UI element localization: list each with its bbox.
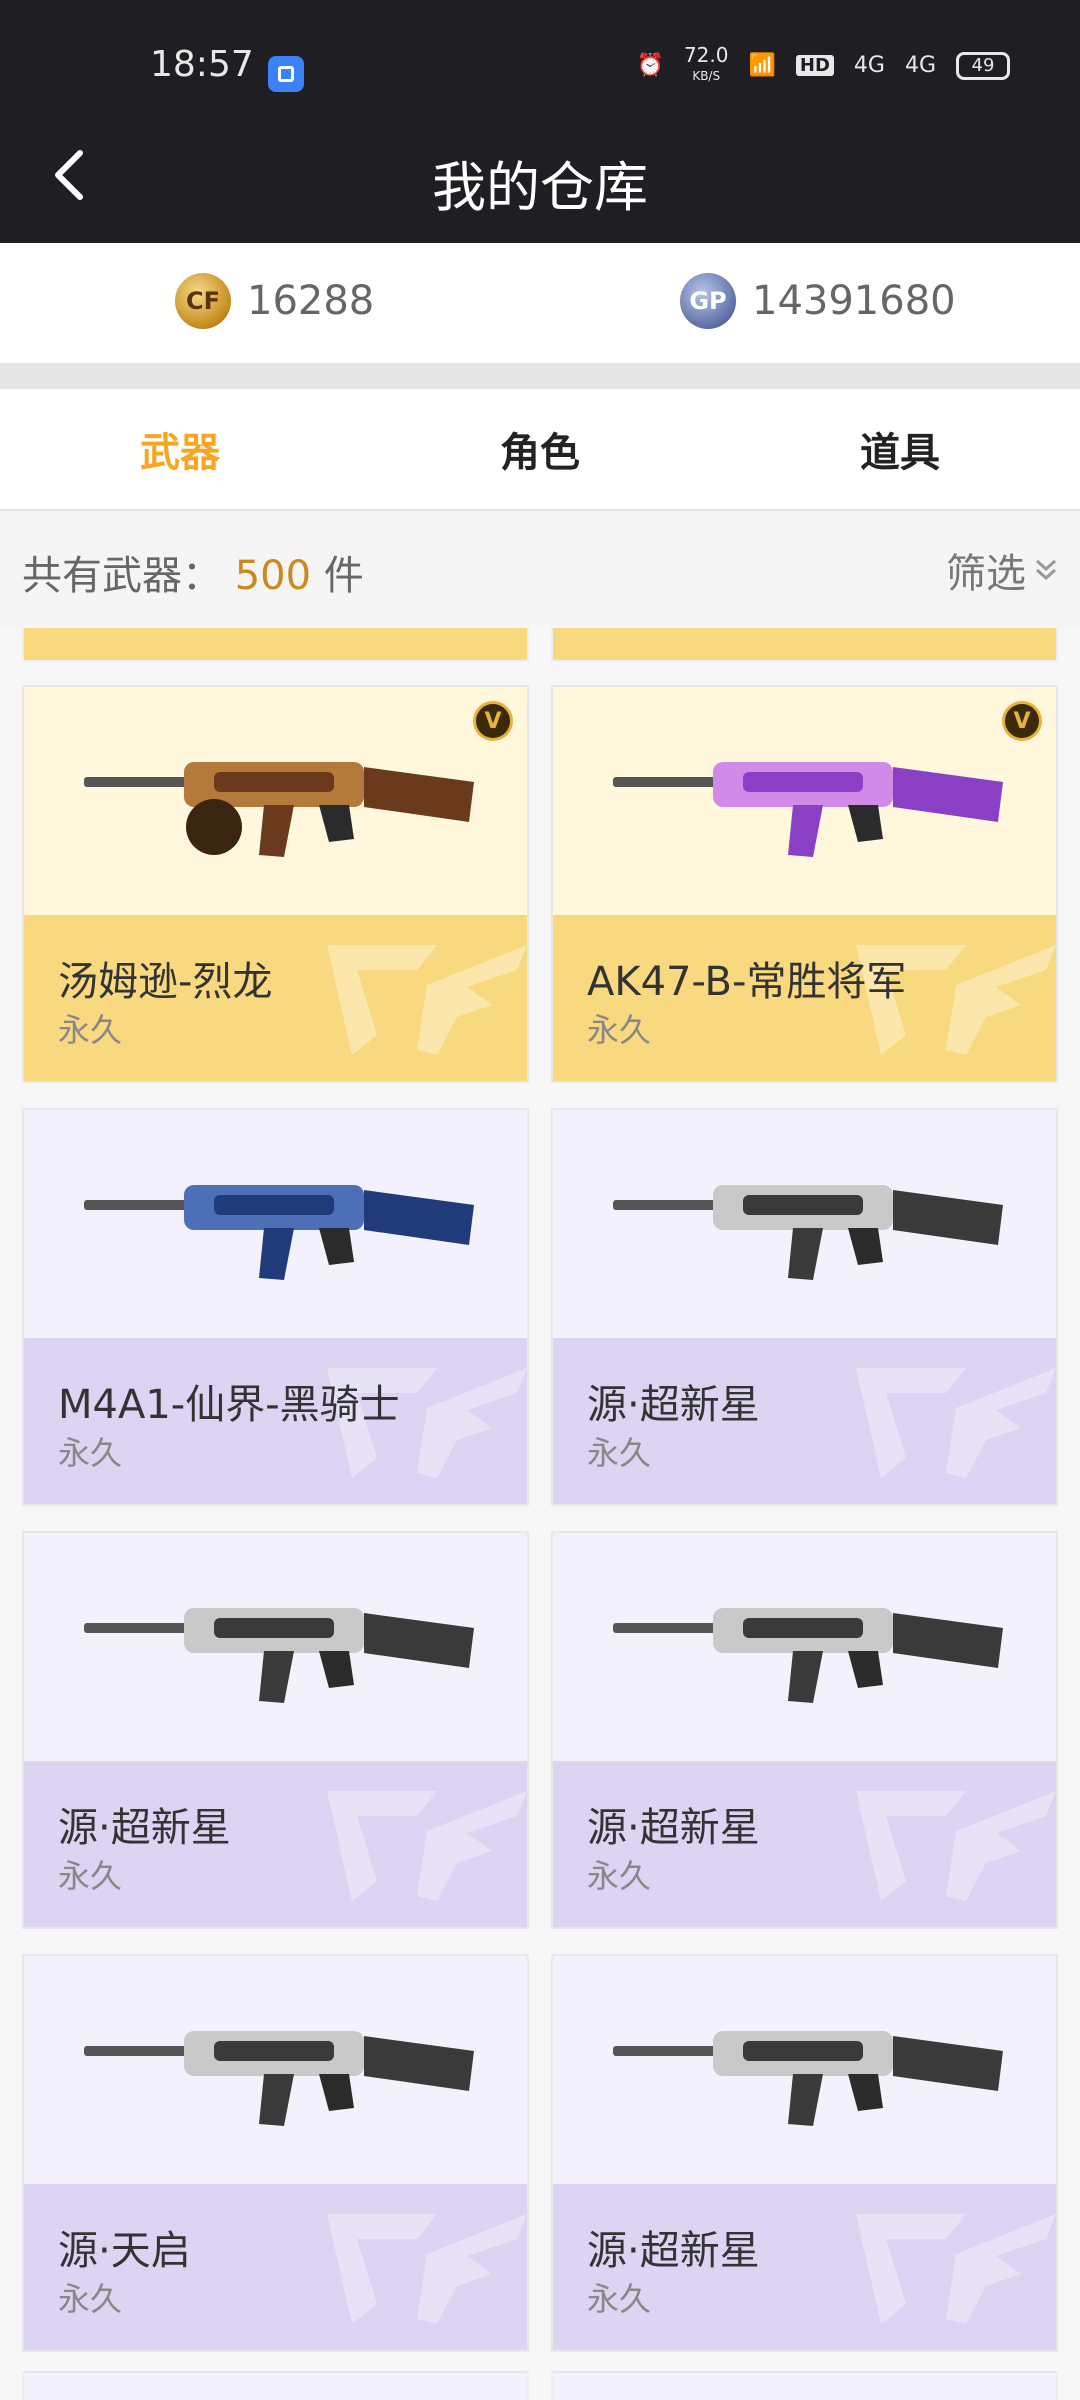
top-navigation-bar: 我的仓库	[0, 107, 1080, 243]
cf-watermark-icon	[327, 2214, 527, 2324]
weapon-label-area: 源·天启 永久	[24, 2184, 527, 2350]
cf-watermark-icon	[327, 1791, 527, 1901]
signal-icon-1: 4G	[853, 53, 885, 78]
vip-badge-icon: V	[473, 701, 513, 741]
weapon-image	[613, 1608, 1003, 1703]
weapon-card[interactable]: 源·天启 永久	[22, 1954, 529, 2352]
weapon-card[interactable]: V AK47-B-常胜将军 永久	[551, 685, 1058, 1083]
weapon-label-area: 源·超新星 永久	[553, 1338, 1056, 1504]
weapon-card[interactable]: 源·超新星 永久	[551, 1531, 1058, 1929]
weapon-image	[613, 762, 1003, 857]
filter-button[interactable]: 筛选	[946, 541, 1060, 599]
signal-icon-2: 4G	[904, 53, 936, 78]
page-title: 我的仓库	[432, 156, 648, 219]
weapon-image	[613, 2031, 1003, 2126]
alarm-icon: ⏰	[636, 53, 664, 78]
cf-watermark-icon	[327, 945, 527, 1055]
weapon-card[interactable]: 源·超新星 永久	[551, 1108, 1058, 1506]
partial-card[interactable]	[551, 628, 1058, 662]
weapon-name: 源·超新星	[58, 1805, 231, 1851]
weapon-count: 共有武器： 500 件	[22, 543, 364, 601]
weapon-card[interactable]: 源·超新星 永久	[551, 1954, 1058, 2352]
cf-watermark-icon	[856, 1368, 1056, 1478]
cf-watermark-icon	[856, 1791, 1056, 1901]
filter-label: 筛选	[946, 551, 1026, 597]
weapon-card[interactable]: 源·超新星 永久	[22, 1531, 529, 1929]
vip-badge-icon: V	[1002, 701, 1042, 741]
weapon-card[interactable]: M4A1-仙界-黑骑士 永久	[22, 1108, 529, 1506]
status-time: 18:57	[150, 44, 254, 85]
battery-icon: 49	[956, 51, 1010, 80]
weapon-name: M4A1-仙界-黑骑士	[58, 1382, 400, 1428]
weapon-image-area	[24, 1110, 527, 1338]
weapon-image-area	[553, 1110, 1056, 1338]
category-tabs: 武器 角色 道具	[0, 389, 1080, 511]
weapon-name: AK47-B-常胜将军	[587, 959, 907, 1005]
weapon-duration: 永久	[587, 1434, 652, 1472]
status-bar: 18:57 ⏰ 72.0 KB/S 📶 HD 4G 4G 49	[0, 0, 1080, 107]
gp-icon: GP	[680, 273, 736, 329]
cf-watermark-icon	[856, 2214, 1056, 2324]
weapon-label-area: 源·超新星 永久	[553, 1761, 1056, 1927]
count-number: 500	[234, 553, 312, 599]
partial-card[interactable]	[22, 628, 529, 662]
weapon-name: 源·超新星	[587, 1382, 760, 1428]
tab-items[interactable]: 道具	[720, 389, 1080, 509]
weapon-label-area: M4A1-仙界-黑骑士 永久	[24, 1338, 527, 1504]
cf-coin-icon: CF	[175, 273, 231, 329]
weapon-name: 源·超新星	[587, 1805, 760, 1851]
divider	[0, 363, 1080, 389]
weapon-image-area	[24, 1533, 527, 1761]
weapon-image-area	[24, 1956, 527, 2184]
network-speed: 72.0 KB/S	[683, 43, 729, 83]
weapon-image-area	[553, 1533, 1056, 1761]
hd-icon: HD	[795, 55, 834, 76]
count-bar: 共有武器： 500 件 筛选	[0, 511, 1080, 628]
weapon-image-area: V	[24, 687, 527, 915]
cf-coin-amount: 16288	[247, 278, 375, 324]
weapon-image	[613, 1185, 1003, 1280]
app-notification-icon	[268, 56, 304, 92]
weapon-image	[84, 1185, 474, 1280]
tab-weapons[interactable]: 武器	[0, 389, 360, 509]
partial-card[interactable]	[551, 2371, 1058, 2400]
gp-amount: 14391680	[752, 278, 956, 324]
weapon-card[interactable]: V 汤姆逊-烈龙 永久	[22, 685, 529, 1083]
weapon-image-area	[553, 1956, 1056, 2184]
count-suffix: 件	[323, 553, 364, 599]
weapon-image	[84, 2031, 474, 2126]
weapon-duration: 永久	[58, 1857, 123, 1895]
wifi-icon: 📶	[748, 53, 776, 78]
weapon-duration: 永久	[58, 1434, 123, 1472]
weapon-image-area: V	[553, 687, 1056, 915]
weapon-image	[84, 762, 474, 857]
cf-coin-balance: CF 16288	[175, 273, 374, 329]
weapon-duration: 永久	[587, 1857, 652, 1895]
weapon-image	[84, 1608, 474, 1703]
weapon-duration: 永久	[587, 2280, 652, 2318]
weapon-label-area: 源·超新星 永久	[553, 2184, 1056, 2350]
partial-card[interactable]	[22, 2371, 529, 2400]
weapon-name: 汤姆逊-烈龙	[58, 959, 273, 1005]
weapon-duration: 永久	[587, 1011, 652, 1049]
gp-balance: GP 14391680	[680, 273, 956, 329]
weapon-grid: V 汤姆逊-烈龙 永久 V AK47-B-常胜将军 永久 M4A1-仙界-黑骑士…	[0, 628, 1080, 2400]
weapon-duration: 永久	[58, 2280, 123, 2318]
status-icons: ⏰ 72.0 KB/S 📶 HD 4G 4G 49	[636, 43, 1010, 85]
count-prefix: 共有武器：	[22, 553, 222, 599]
weapon-label-area: 汤姆逊-烈龙 永久	[24, 915, 527, 1081]
weapon-duration: 永久	[58, 1011, 123, 1049]
currency-bar: CF 16288 GP 14391680	[0, 243, 1080, 363]
weapon-name: 源·天启	[58, 2228, 191, 2274]
weapon-label-area: AK47-B-常胜将军 永久	[553, 915, 1056, 1081]
weapon-label-area: 源·超新星 永久	[24, 1761, 527, 1927]
double-chevron-down-icon	[1036, 559, 1056, 581]
tab-characters[interactable]: 角色	[360, 389, 720, 509]
weapon-name: 源·超新星	[587, 2228, 760, 2274]
